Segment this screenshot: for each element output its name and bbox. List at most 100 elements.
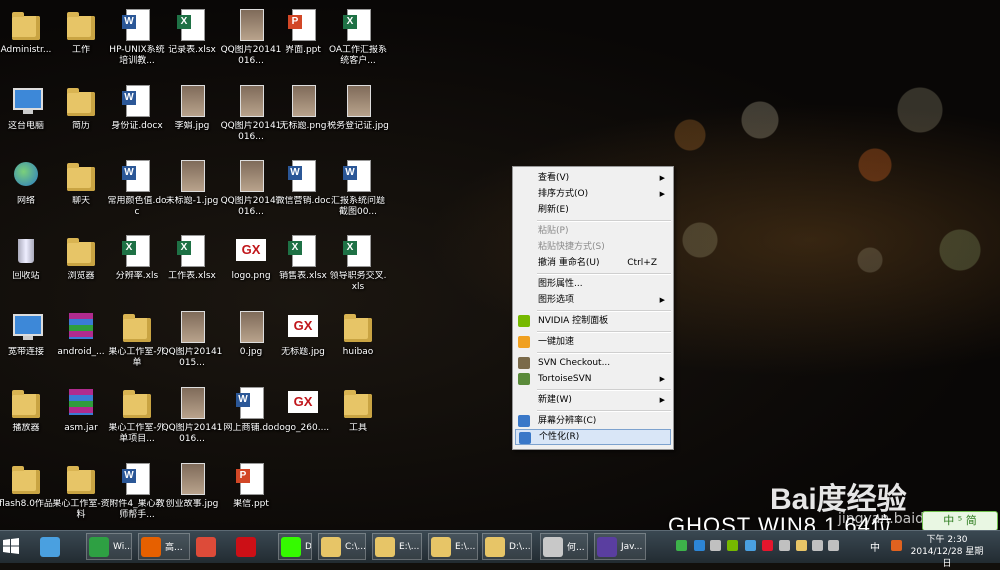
desktop-icon[interactable]: 果心工作室-外单项目... bbox=[107, 381, 167, 457]
menu-item[interactable]: 刷新(E) bbox=[515, 202, 671, 218]
desktop-icon[interactable]: X 分辨率.xls bbox=[107, 229, 167, 305]
desktop-icon[interactable]: X 销售表.xlsx bbox=[273, 229, 333, 305]
desktop-icon[interactable]: 浏览器 bbox=[51, 229, 111, 305]
desktop-icon-label: QQ图片20141016... bbox=[161, 423, 223, 444]
menu-item[interactable]: 粘贴(P) bbox=[515, 223, 671, 239]
desktop-icon-label: 无标题.jpg bbox=[281, 347, 325, 357]
ime-indicator[interactable]: 中 bbox=[870, 539, 880, 554]
desktop-icon[interactable]: android_... bbox=[51, 305, 111, 381]
shield-tray-icon[interactable] bbox=[694, 540, 705, 551]
desktop-icon[interactable]: 工具 bbox=[328, 381, 388, 457]
computer-icon bbox=[10, 309, 43, 345]
desktop-icon[interactable]: X 领导职务交叉.xls bbox=[328, 229, 388, 305]
desktop-icon[interactable]: Administr... bbox=[0, 3, 56, 79]
desktop-icon[interactable]: W HP-UNIX系统培训教... bbox=[107, 3, 167, 79]
desktop-icon[interactable]: asm.jar bbox=[51, 381, 111, 457]
menu-item[interactable]: 个性化(R) bbox=[515, 429, 671, 445]
task-explorer-e2[interactable]: E:\... bbox=[428, 533, 478, 560]
sogou-tray-icon[interactable] bbox=[891, 540, 902, 551]
pinned-qq[interactable] bbox=[40, 533, 80, 560]
desktop-icon[interactable]: X 记录表.xlsx bbox=[162, 3, 222, 79]
nvidia-tray-icon[interactable] bbox=[727, 540, 738, 551]
task-explorer-c[interactable]: C:\... bbox=[318, 533, 366, 560]
desktop-icon[interactable]: 税务登记证.jpg bbox=[327, 79, 389, 155]
pinned-dreamweaver[interactable]: Dw bbox=[278, 533, 312, 560]
desktop-icon[interactable]: 简历 bbox=[51, 79, 111, 155]
volume-tray-icon[interactable] bbox=[828, 540, 839, 551]
pinned-chrome[interactable] bbox=[196, 533, 230, 560]
desktop-icon[interactable]: 李娟.jpg bbox=[162, 79, 222, 155]
desktop-icon[interactable]: huibao bbox=[328, 305, 388, 381]
desktop-icon[interactable]: 网络 bbox=[0, 154, 56, 230]
speaker-tray-icon[interactable] bbox=[710, 540, 721, 551]
desktop-icon[interactable]: QQ图片20141016... bbox=[221, 154, 281, 230]
desktop-icon[interactable]: 播放器 bbox=[0, 381, 56, 457]
clock[interactable]: 下午 2:30 2014/12/28 星期日 bbox=[907, 534, 987, 570]
menu-item[interactable]: 查看(V) ▶ bbox=[515, 170, 671, 186]
explorer-c-icon bbox=[321, 536, 341, 557]
menu-separator bbox=[537, 389, 671, 391]
desktop-icon[interactable]: GX logo_260.... bbox=[273, 381, 333, 457]
desktop-icon[interactable]: 工作 bbox=[51, 3, 111, 79]
desktop-icon[interactable]: P 果信.ppt bbox=[221, 457, 281, 530]
desktop-icon[interactable]: 聊天 bbox=[51, 154, 111, 230]
menu-item-label: 查看(V) bbox=[538, 173, 570, 183]
desktop-icon[interactable]: QQ图片20141016... bbox=[162, 381, 222, 457]
desktop-icon[interactable]: 无标题.png bbox=[273, 79, 333, 155]
menu-item[interactable]: SVN Checkout... bbox=[515, 355, 671, 371]
desktop-icon[interactable]: QQ图片20141016... bbox=[221, 3, 281, 79]
desktop-icon[interactable]: 回收站 bbox=[0, 229, 56, 305]
flag-tray-icon[interactable] bbox=[779, 540, 790, 551]
menu-item[interactable]: 粘贴快捷方式(S) bbox=[515, 239, 671, 255]
menu-item[interactable]: 撤消 重命名(U) Ctrl+Z bbox=[515, 255, 671, 271]
desktop-icon-label: 工具 bbox=[348, 423, 367, 433]
menu-item[interactable]: 屏幕分辨率(C) bbox=[515, 413, 671, 429]
menu-item[interactable]: 排序方式(O) ▶ bbox=[515, 186, 671, 202]
ime-float-bar[interactable]: 中 ⁵ 简 bbox=[922, 511, 998, 531]
menu-item-label: NVIDIA 控制面板 bbox=[538, 316, 609, 326]
desktop-icon[interactable]: 果心工作室-外单 bbox=[107, 305, 167, 381]
menu-item[interactable]: 新建(W) ▶ bbox=[515, 392, 671, 408]
desktop-icon[interactable]: W 常用颜色值.doc bbox=[107, 154, 167, 230]
desktop[interactable]: Administr... 工作 W HP-UNIX系统培训教... X 记录表.xlsx Q… bbox=[0, 0, 1000, 530]
task-java[interactable]: Jav... bbox=[594, 533, 646, 560]
desktop-icon[interactable]: W 网上商铺.doc bbox=[221, 381, 281, 457]
desktop-icon[interactable]: flash8.0作品 bbox=[0, 457, 56, 530]
menu-item[interactable]: 一键加速 bbox=[515, 334, 671, 350]
desktop-icon[interactable]: X 工作表.xlsx bbox=[162, 229, 222, 305]
desktop-icon[interactable]: GX 无标题.jpg bbox=[273, 305, 333, 381]
task-explorer-d[interactable]: D:\... bbox=[482, 533, 532, 560]
desktop-icon[interactable]: W 身份证.docx bbox=[107, 79, 167, 155]
pinned-opera[interactable] bbox=[236, 533, 272, 560]
desktop-icon[interactable]: 0.jpg bbox=[221, 305, 281, 381]
desktop-icon[interactable]: P 界面.ppt bbox=[273, 3, 333, 79]
desktop-icon[interactable]: QQ图片20141015... bbox=[162, 305, 222, 381]
security-tray-icon[interactable] bbox=[676, 540, 687, 551]
desktop-icon[interactable]: W 微信营销.doc bbox=[273, 154, 333, 230]
desktop-icon[interactable]: 宽带连接 bbox=[0, 305, 56, 381]
desktop-icon[interactable]: W 汇报系统问题截图00... bbox=[328, 154, 388, 230]
desktop-icon[interactable]: X OA工作汇报系统客户... bbox=[328, 3, 388, 79]
network-tray-icon[interactable] bbox=[812, 540, 823, 551]
word-file-icon: W bbox=[121, 83, 153, 119]
desktop-context-menu: 查看(V) ▶ 排序方式(O) ▶ 刷新(E) 粘贴(P) 粘贴快捷方式(S) 撤消 重命名(… bbox=[512, 166, 674, 450]
desktop-icon[interactable]: GX logo.png bbox=[221, 229, 281, 305]
task-wi[interactable]: Wi... bbox=[86, 533, 132, 560]
menu-item[interactable]: NVIDIA 控制面板 bbox=[515, 313, 671, 329]
menu-item[interactable]: TortoiseSVN ▶ bbox=[515, 371, 671, 387]
monitor-tray-icon[interactable] bbox=[745, 540, 756, 551]
weibo-tray-icon[interactable] bbox=[762, 540, 773, 551]
start-button[interactable] bbox=[2, 533, 36, 560]
task-app-he[interactable]: 何... bbox=[540, 533, 588, 560]
desktop-icon[interactable]: W 附件4_果心教师帮手... bbox=[107, 457, 167, 530]
menu-item[interactable]: 图形选项 ▶ bbox=[515, 292, 671, 308]
desktop-icon[interactable]: QQ图片20141016... bbox=[221, 79, 281, 155]
task-firefox[interactable]: 高... bbox=[138, 533, 190, 560]
desktop-icon[interactable]: 创业故事.jpg bbox=[162, 457, 222, 530]
menu-item[interactable]: 图形属性... bbox=[515, 276, 671, 292]
task-explorer-e1[interactable]: E:\... bbox=[372, 533, 422, 560]
desktop-icon[interactable]: 果心工作室-资料 bbox=[51, 457, 111, 530]
folder-tray-icon[interactable] bbox=[796, 540, 807, 551]
desktop-icon[interactable]: 未标题-1.jpg bbox=[162, 154, 222, 230]
desktop-icon[interactable]: 这台电脑 bbox=[0, 79, 56, 155]
